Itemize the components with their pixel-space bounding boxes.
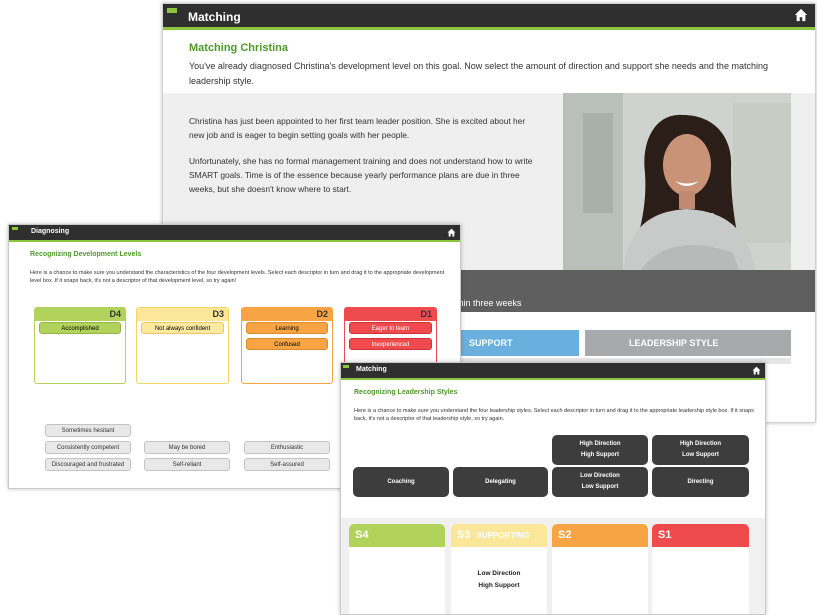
title-bar: Matching: [341, 363, 765, 380]
level-header: D4: [35, 308, 125, 321]
descriptor-tile[interactable]: High Direction High Support: [552, 435, 648, 465]
style-box-s2[interactable]: S2: [552, 524, 648, 614]
title-bar: Diagnosing: [9, 225, 460, 242]
level-box-d2[interactable]: D2 Learning Confused: [241, 307, 333, 384]
intro-text: You've already diagnosed Christina's dev…: [189, 61, 768, 86]
descriptor-tile[interactable]: High Direction Low Support: [652, 435, 749, 465]
tile-line-1: Coaching: [387, 478, 415, 485]
window-title: Matching: [188, 10, 241, 24]
descriptor-chip[interactable]: May be bored: [144, 441, 230, 454]
descriptor-chip[interactable]: Not always confident: [141, 322, 224, 334]
descriptor-chip[interactable]: Sometimes hesitant: [45, 424, 131, 437]
home-icon[interactable]: [794, 8, 808, 22]
home-icon[interactable]: [447, 228, 456, 237]
placed-line-2: High Support: [478, 582, 520, 589]
support-header: SUPPORT: [459, 330, 579, 356]
level-header: D3: [137, 308, 228, 321]
scenario-paragraph-1: Christina has just been appointed to her…: [189, 116, 526, 140]
level-code: D3: [212, 309, 224, 319]
descriptor-chip[interactable]: Eager to learn: [349, 322, 432, 334]
descriptor-chip[interactable]: Self-reliant: [144, 458, 230, 471]
placed-line-1: Low Direction: [477, 570, 521, 577]
corner-accent: [12, 227, 18, 230]
christina-photo: [563, 93, 791, 270]
style-header: S3 SUPPORTING: [451, 524, 547, 547]
scenario-paragraph-2: Unfortunately, she has no formal managem…: [189, 156, 533, 194]
descriptor-chip[interactable]: Confused: [246, 338, 328, 350]
section-title: Recognizing Development Levels: [30, 251, 142, 258]
descriptor-tile[interactable]: Directing: [652, 467, 749, 497]
tile-line-2: Low Support: [682, 452, 719, 458]
title-bar: Matching: [163, 4, 815, 30]
tile-line-2: Low Support: [581, 484, 619, 490]
page-title: Matching Christina: [189, 42, 289, 54]
section-title: Recognizing Leadership Styles: [354, 389, 458, 396]
window-title: Diagnosing: [31, 228, 70, 235]
descriptor-chip[interactable]: Self-assured: [244, 458, 330, 471]
leadership-styles-window: Matching Recognizing Leadership Styles H…: [340, 362, 766, 615]
level-header: D1: [345, 308, 436, 321]
style-header: S4: [349, 524, 445, 547]
level-code: D4: [109, 309, 121, 319]
style-box-s1[interactable]: S1: [652, 524, 749, 614]
corner-accent: [167, 8, 177, 13]
descriptor-chip[interactable]: Discouraged and frustrated: [45, 458, 131, 471]
descriptor-chip[interactable]: Inexperienced: [349, 338, 432, 350]
tile-line-1: High Direction: [679, 441, 721, 447]
style-name: SUPPORTING: [476, 531, 530, 540]
leadership-style-header: LEADERSHIP STYLE: [585, 330, 791, 356]
tile-line-1: High Direction: [579, 441, 621, 447]
window-title: Matching: [356, 366, 387, 373]
tile-line-1: Delegating: [485, 478, 516, 485]
descriptor-tile[interactable]: Coaching: [353, 467, 449, 497]
descriptor-chip[interactable]: Learning: [246, 322, 328, 334]
style-box-s3[interactable]: S3 SUPPORTING Low Direction High Support: [451, 524, 547, 614]
style-header: S2: [552, 524, 648, 547]
instructions-text: Here is a chance to make sure you unders…: [354, 408, 754, 422]
level-code: D1: [420, 309, 432, 319]
descriptor-chip[interactable]: Enthusiastic: [244, 441, 330, 454]
tile-line-1: Low Direction: [580, 473, 620, 479]
level-box-d4[interactable]: D4 Accomplished: [34, 307, 126, 384]
style-box-s4[interactable]: S4: [349, 524, 445, 614]
style-code: S3: [457, 529, 471, 541]
instructions-text: Here is a chance to make sure you unders…: [30, 270, 445, 284]
level-code: D2: [316, 309, 328, 319]
style-code: S2: [558, 529, 572, 541]
style-code: S4: [355, 529, 369, 541]
corner-accent: [343, 365, 349, 368]
descriptor-chip[interactable]: Consistently competent: [45, 441, 131, 454]
placed-descriptor[interactable]: Low Direction High Support: [451, 568, 547, 592]
descriptor-chip[interactable]: Accomplished: [39, 322, 121, 334]
tile-line-1: Directing: [687, 478, 714, 485]
tile-line-2: High Support: [581, 452, 619, 458]
level-box-d3[interactable]: D3 Not always confident: [136, 307, 229, 384]
home-icon[interactable]: [752, 366, 761, 375]
style-code: S1: [658, 529, 672, 541]
band-text: ithin three weeks: [454, 298, 522, 308]
level-header: D2: [242, 308, 332, 321]
descriptor-tile[interactable]: Low Direction Low Support: [552, 467, 648, 497]
style-header: S1: [652, 524, 749, 547]
descriptor-tile[interactable]: Delegating: [453, 467, 548, 497]
